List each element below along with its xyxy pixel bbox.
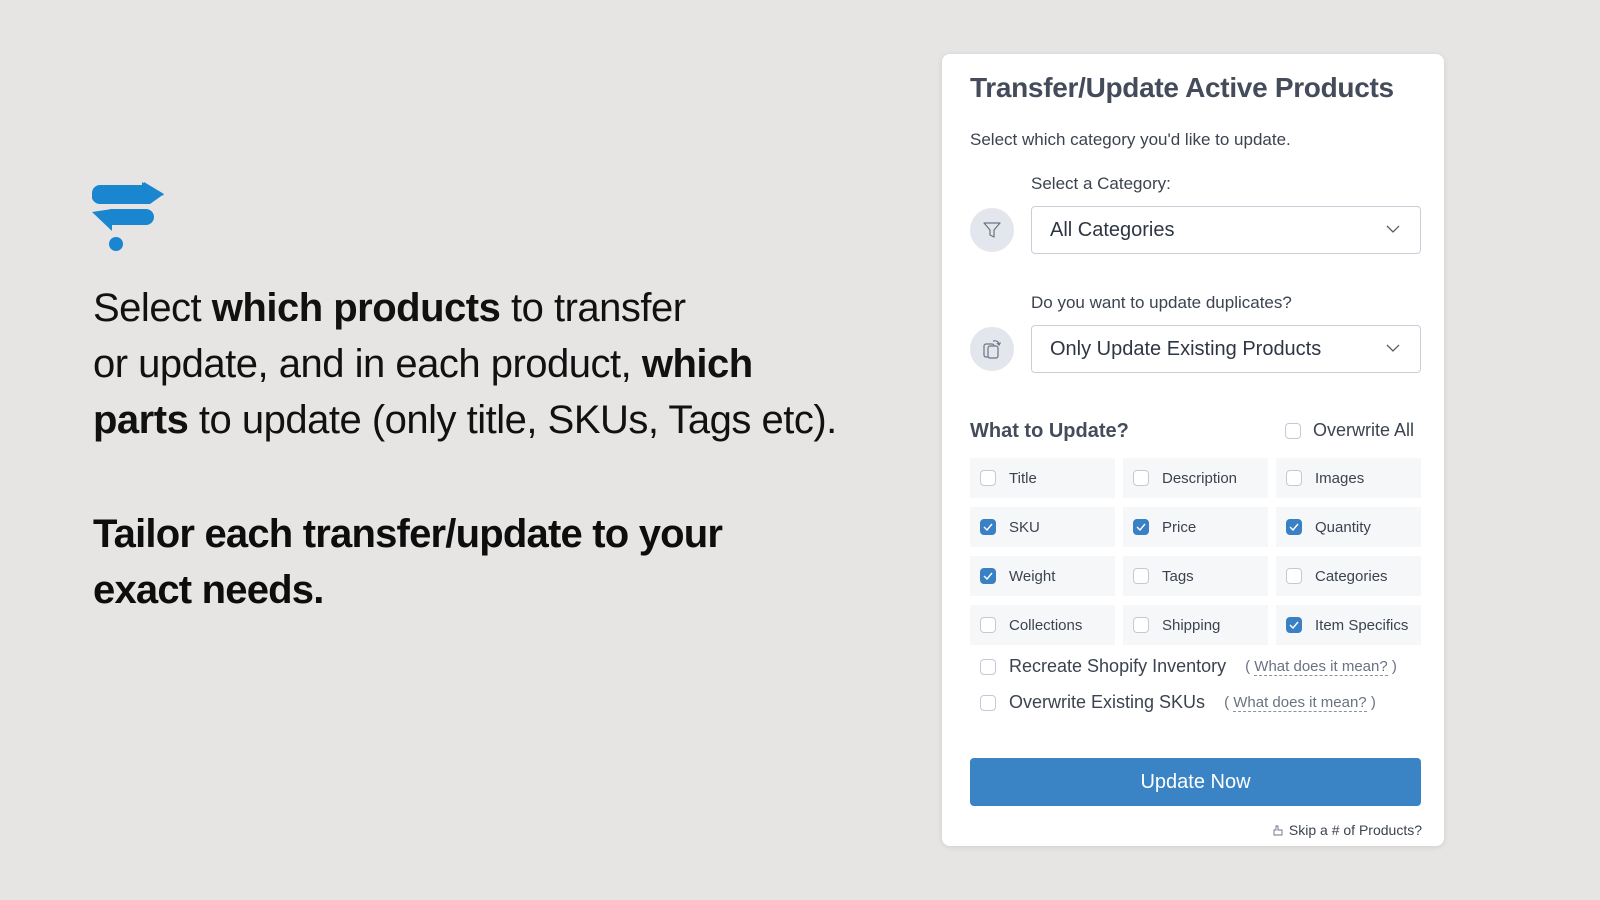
promo-tagline: Tailor each transfer/update to your exac… <box>93 506 793 618</box>
checkbox[interactable] <box>1285 422 1301 439</box>
checkbox[interactable] <box>980 470 996 486</box>
brand-logo <box>91 182 168 254</box>
headline-emphasis: parts <box>93 398 189 442</box>
option-label: Price <box>1162 518 1197 536</box>
headline-text: to transfer <box>500 286 686 330</box>
update-option-shipping[interactable]: Shipping <box>1123 605 1268 645</box>
update-option-images[interactable]: Images <box>1276 458 1421 498</box>
update-options-grid: Title Description Images SKU Price Quantity We… <box>970 458 1421 645</box>
update-option-quantity[interactable]: Quantity <box>1276 507 1421 547</box>
what-does-it-mean-link[interactable]: What does it mean? <box>1233 694 1367 712</box>
overwrite-skus-option[interactable]: Overwrite Existing SKUs ( What does it m… <box>980 692 1376 713</box>
chevron-down-icon <box>1386 225 1400 233</box>
tagline-line-2: exact needs. <box>93 568 324 612</box>
transfer-update-card: Transfer/Update Active Products Select w… <box>942 54 1444 846</box>
headline-emphasis: which products <box>211 286 501 330</box>
update-option-collections[interactable]: Collections <box>970 605 1115 645</box>
option-label: SKU <box>1009 518 1040 536</box>
headline-text: Select <box>93 286 212 330</box>
option-label: Images <box>1315 469 1365 487</box>
option-label: Quantity <box>1315 518 1371 536</box>
overwrite-all-checkbox[interactable]: Overwrite All <box>1285 420 1414 441</box>
option-label: Tags <box>1162 567 1194 585</box>
headline-text: to update (only title, SKUs, Tags etc). <box>188 398 837 442</box>
paren-close: ) <box>1391 658 1397 675</box>
what-to-update-title: What to Update? <box>970 420 1129 442</box>
checkbox[interactable] <box>980 658 996 675</box>
category-label: Select a Category: <box>1031 174 1171 193</box>
help-hint: ( What does it mean? ) <box>1224 694 1376 712</box>
headline-text: or update, and in each product, <box>93 342 642 386</box>
checkbox[interactable] <box>1133 568 1149 584</box>
promo-headline: Select which products to transfer or upda… <box>93 280 893 448</box>
overwrite-all-label: Overwrite All <box>1313 420 1415 440</box>
recreate-inventory-label: Recreate Shopify Inventory <box>1009 656 1227 676</box>
duplicates-select-value: Only Update Existing Products <box>1050 337 1322 360</box>
option-label: Categories <box>1315 567 1388 585</box>
card-subtitle: Select which category you'd like to upda… <box>970 130 1291 149</box>
update-option-description[interactable]: Description <box>1123 458 1268 498</box>
update-option-sku[interactable]: SKU <box>970 507 1115 547</box>
duplicates-label: Do you want to update duplicates? <box>1031 293 1292 312</box>
filter-icon <box>970 208 1014 252</box>
copy-refresh-icon <box>970 327 1014 371</box>
help-hint: ( What does it mean? ) <box>1245 658 1397 676</box>
option-label: Title <box>1009 469 1037 487</box>
transfer-arrows-icon <box>91 182 164 251</box>
update-now-button[interactable]: Update Now <box>970 758 1421 806</box>
option-label: Item Specifics <box>1315 616 1409 634</box>
option-label: Description <box>1162 469 1238 487</box>
duplicates-select[interactable]: Only Update Existing Products <box>1031 325 1421 373</box>
recreate-inventory-option[interactable]: Recreate Shopify Inventory ( What does i… <box>980 656 1397 677</box>
checkbox[interactable] <box>1133 617 1149 633</box>
update-option-price[interactable]: Price <box>1123 507 1268 547</box>
checkbox-checked[interactable] <box>980 568 996 584</box>
skip-products-label: Skip a # of Products? <box>1288 822 1422 838</box>
option-label: Collections <box>1009 616 1083 634</box>
checkbox[interactable] <box>980 694 996 711</box>
card-title: Transfer/Update Active Products <box>970 72 1394 103</box>
checkbox[interactable] <box>1286 470 1302 486</box>
update-option-categories[interactable]: Categories <box>1276 556 1421 596</box>
skip-products-link[interactable]: Skip a # of Products? <box>1272 822 1422 838</box>
checkbox[interactable] <box>1286 568 1302 584</box>
checkbox-checked[interactable] <box>980 519 996 535</box>
update-option-item-specifics[interactable]: Item Specifics <box>1276 605 1421 645</box>
checkbox-checked[interactable] <box>1286 519 1302 535</box>
headline-emphasis: which <box>641 342 753 386</box>
checkbox-checked[interactable] <box>1133 519 1149 535</box>
checkbox[interactable] <box>980 617 996 633</box>
option-label: Shipping <box>1162 616 1221 634</box>
what-does-it-mean-link[interactable]: What does it mean? <box>1254 658 1388 676</box>
category-select[interactable]: All Categories <box>1031 206 1421 254</box>
paren-close: ) <box>1370 694 1376 711</box>
paren-open: ( <box>1245 658 1251 675</box>
category-select-value: All Categories <box>1050 218 1175 241</box>
chevron-down-icon <box>1386 344 1400 352</box>
pointer-hand-icon <box>1273 825 1283 836</box>
update-option-title[interactable]: Title <box>970 458 1115 498</box>
update-option-weight[interactable]: Weight <box>970 556 1115 596</box>
paren-open: ( <box>1224 694 1230 711</box>
update-option-tags[interactable]: Tags <box>1123 556 1268 596</box>
option-label: Weight <box>1009 567 1056 585</box>
overwrite-skus-label: Overwrite Existing SKUs <box>1009 692 1206 712</box>
checkbox-checked[interactable] <box>1286 617 1302 633</box>
checkbox[interactable] <box>1133 470 1149 486</box>
tagline-line-1: Tailor each transfer/update to your <box>93 512 723 556</box>
